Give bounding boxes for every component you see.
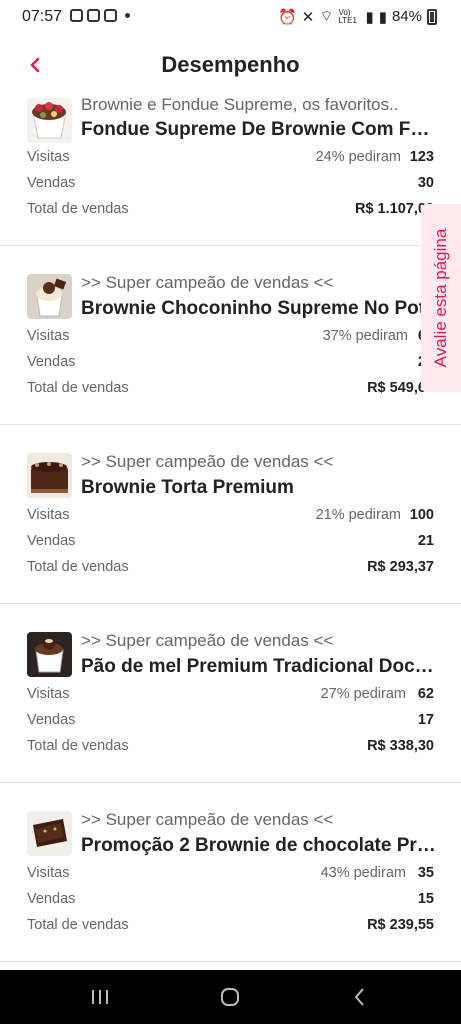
- total-label: Total de vendas: [27, 917, 129, 933]
- sales-label: Vendas: [27, 175, 76, 191]
- header: Desempenho: [0, 40, 461, 90]
- lte-label: Vo) LTE1: [338, 7, 357, 25]
- visits-value: 62: [417, 686, 434, 702]
- alarm-icon: ⏰: [278, 8, 297, 26]
- product-name: Pão de mel Premium Tradicional Doce de L…: [81, 656, 436, 677]
- page-title: Desempenho: [161, 52, 300, 77]
- visits-label: Visitas: [27, 686, 70, 702]
- sales-value: 21: [417, 533, 434, 549]
- total-label: Total de vendas: [27, 380, 129, 396]
- sales-value: 15: [417, 891, 434, 907]
- total-value: R$ 293,37: [367, 559, 434, 575]
- product-subtitle: Brownie e Fondue Supreme, os favoritos..: [81, 95, 399, 114]
- order-percentage: 43% pediram: [320, 865, 406, 881]
- order-percentage: 27% pediram: [320, 686, 406, 702]
- product-card[interactable]: Brownie e Fondue Supreme, os favoritos..…: [0, 90, 461, 246]
- total-value: R$ 239,55: [367, 917, 434, 933]
- total-label: Total de vendas: [27, 201, 129, 217]
- visits-label: Visitas: [27, 507, 70, 523]
- order-percentage: 21% pediram: [315, 507, 401, 523]
- visits-value: 100: [409, 507, 434, 523]
- visits-label: Visitas: [27, 865, 70, 881]
- total-value: R$ 338,30: [367, 738, 434, 754]
- product-card[interactable]: >> Super campeão de vendas << Pão de mel…: [0, 604, 461, 783]
- battery-icon: [427, 8, 437, 25]
- product-name: Brownie Torta Premium: [81, 477, 294, 498]
- home-button[interactable]: [210, 984, 250, 1010]
- sales-label: Vendas: [27, 533, 76, 549]
- product-subtitle: >> Super campeão de vendas <<: [81, 273, 334, 292]
- system-navigation-bar: [0, 970, 461, 1024]
- back-arrow-icon: [354, 988, 364, 1006]
- battery-level: 84%: [391, 8, 422, 25]
- notification-icon: [104, 9, 117, 22]
- product-name: Promoção 2 Brownie de chocolate Premium: [81, 835, 436, 856]
- product-subtitle: >> Super campeão de vendas <<: [81, 810, 334, 829]
- gallery-icon: [87, 9, 100, 22]
- more-notifications-icon: [125, 13, 130, 18]
- product-card[interactable]: >> Super campeão de vendas << Promoção 2…: [0, 783, 461, 962]
- product-image: [27, 811, 72, 856]
- recent-apps-icon: [92, 990, 108, 1004]
- visits-value: 123: [409, 149, 434, 165]
- product-image: [27, 274, 72, 319]
- sales-label: Vendas: [27, 354, 76, 370]
- feedback-tab[interactable]: Avalie esta página: [421, 204, 461, 392]
- notification-icons: [70, 9, 130, 22]
- product-image: [27, 632, 72, 677]
- signal-icon: ▮: [378, 8, 387, 26]
- status-bar: 07:57 ⏰ ✕ ⌔ Vo) LTE1 ▮ ▮ 84%: [0, 0, 461, 34]
- product-subtitle: >> Super campeão de vendas <<: [81, 631, 334, 650]
- sales-label: Vendas: [27, 891, 76, 907]
- visits-label: Visitas: [27, 328, 70, 344]
- total-label: Total de vendas: [27, 559, 129, 575]
- product-name: Fondue Supreme De Brownie Com Frutas: [81, 119, 436, 140]
- wifi-icon: ⌔: [319, 8, 334, 25]
- product-image: [27, 98, 72, 143]
- visits-value: 35: [417, 865, 434, 881]
- back-nav-button[interactable]: [340, 984, 380, 1010]
- product-subtitle: >> Super campeão de vendas <<: [81, 452, 334, 471]
- visits-label: Visitas: [27, 149, 70, 165]
- product-list: Brownie e Fondue Supreme, os favoritos..…: [0, 90, 461, 962]
- total-label: Total de vendas: [27, 738, 129, 754]
- feedback-label: Avalie esta página: [431, 228, 450, 368]
- status-time: 07:57: [22, 8, 63, 25]
- recent-apps-button[interactable]: [80, 984, 120, 1010]
- product-card[interactable]: >> Super campeão de vendas << Brownie To…: [0, 425, 461, 604]
- system-icons: ⏰ ✕ ⌔ Vo) LTE1 ▮ ▮ 84%: [278, 7, 437, 26]
- product-image: [27, 453, 72, 498]
- product-card[interactable]: >> Super campeão de vendas << Brownie Ch…: [0, 246, 461, 425]
- sales-value: 17: [417, 712, 434, 728]
- sales-value: 30: [417, 175, 434, 191]
- mute-icon: ✕: [301, 8, 315, 26]
- sales-label: Vendas: [27, 712, 76, 728]
- order-percentage: 24% pediram: [315, 149, 401, 165]
- order-percentage: 37% pediram: [322, 328, 408, 344]
- product-name: Brownie Choconinho Supreme No Pote: [81, 298, 436, 319]
- notification-icon: [70, 9, 83, 22]
- signal-icon: ▮: [365, 8, 374, 26]
- home-icon: [221, 988, 239, 1006]
